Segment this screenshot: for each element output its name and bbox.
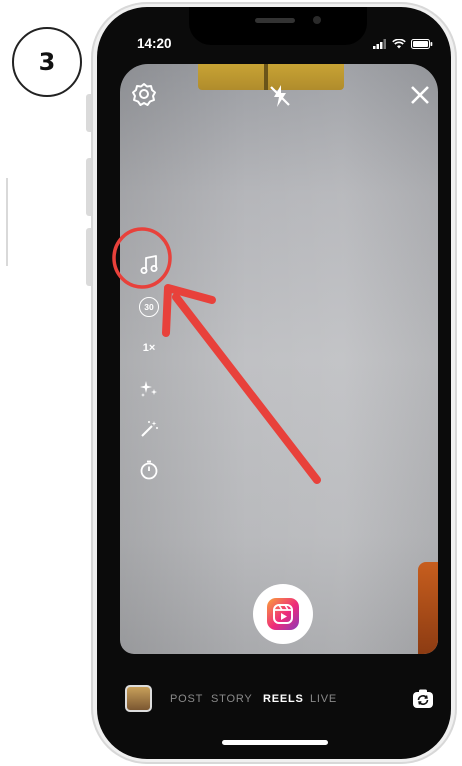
front-camera [313,16,321,24]
close-icon[interactable] [407,82,433,108]
touch-up-button[interactable] [136,416,162,442]
mode-reels[interactable]: REELS [263,693,304,705]
record-button[interactable] [253,584,313,644]
length-timer-icon: 30 [139,297,159,317]
mode-post[interactable]: POST [170,693,203,705]
audio-button[interactable] [136,252,162,278]
magic-wand-icon [141,421,158,437]
gallery-thumbnail[interactable] [125,685,152,712]
phone-screen: 14:20 30 1× POST STORY REELS LIVE [97,7,451,759]
effects-button[interactable] [136,375,162,401]
step-number: 3 [38,48,56,76]
music-note-icon [140,255,158,274]
battery-icon [411,39,433,49]
countdown-timer-button[interactable] [136,457,162,483]
camera-viewfinder[interactable]: 30 1× [120,64,438,654]
reels-icon [267,598,299,630]
signal-icon [373,39,386,49]
length-button[interactable]: 30 [136,294,162,320]
mode-live[interactable]: LIVE [310,693,337,705]
speed-button[interactable]: 1× [136,335,162,361]
status-icons [373,39,433,49]
wall-background [120,64,438,654]
status-time: 14:20 [137,36,172,51]
step-number-badge: 3 [12,27,82,97]
camera-mode-bar: POST STORY REELS LIVE [97,675,451,712]
notch [189,7,367,45]
home-indicator [222,740,328,745]
flip-camera-icon[interactable] [412,688,434,710]
speed-label: 1× [142,342,156,354]
wifi-icon [392,39,406,49]
settings-icon[interactable] [131,81,157,107]
margin-line [6,178,8,266]
speaker-grille [255,18,295,23]
flash-off-icon[interactable] [267,83,293,109]
sparkles-icon [140,381,157,397]
countdown-timer-icon [140,460,158,480]
mode-story[interactable]: STORY [211,693,253,705]
orange-object [418,562,438,654]
